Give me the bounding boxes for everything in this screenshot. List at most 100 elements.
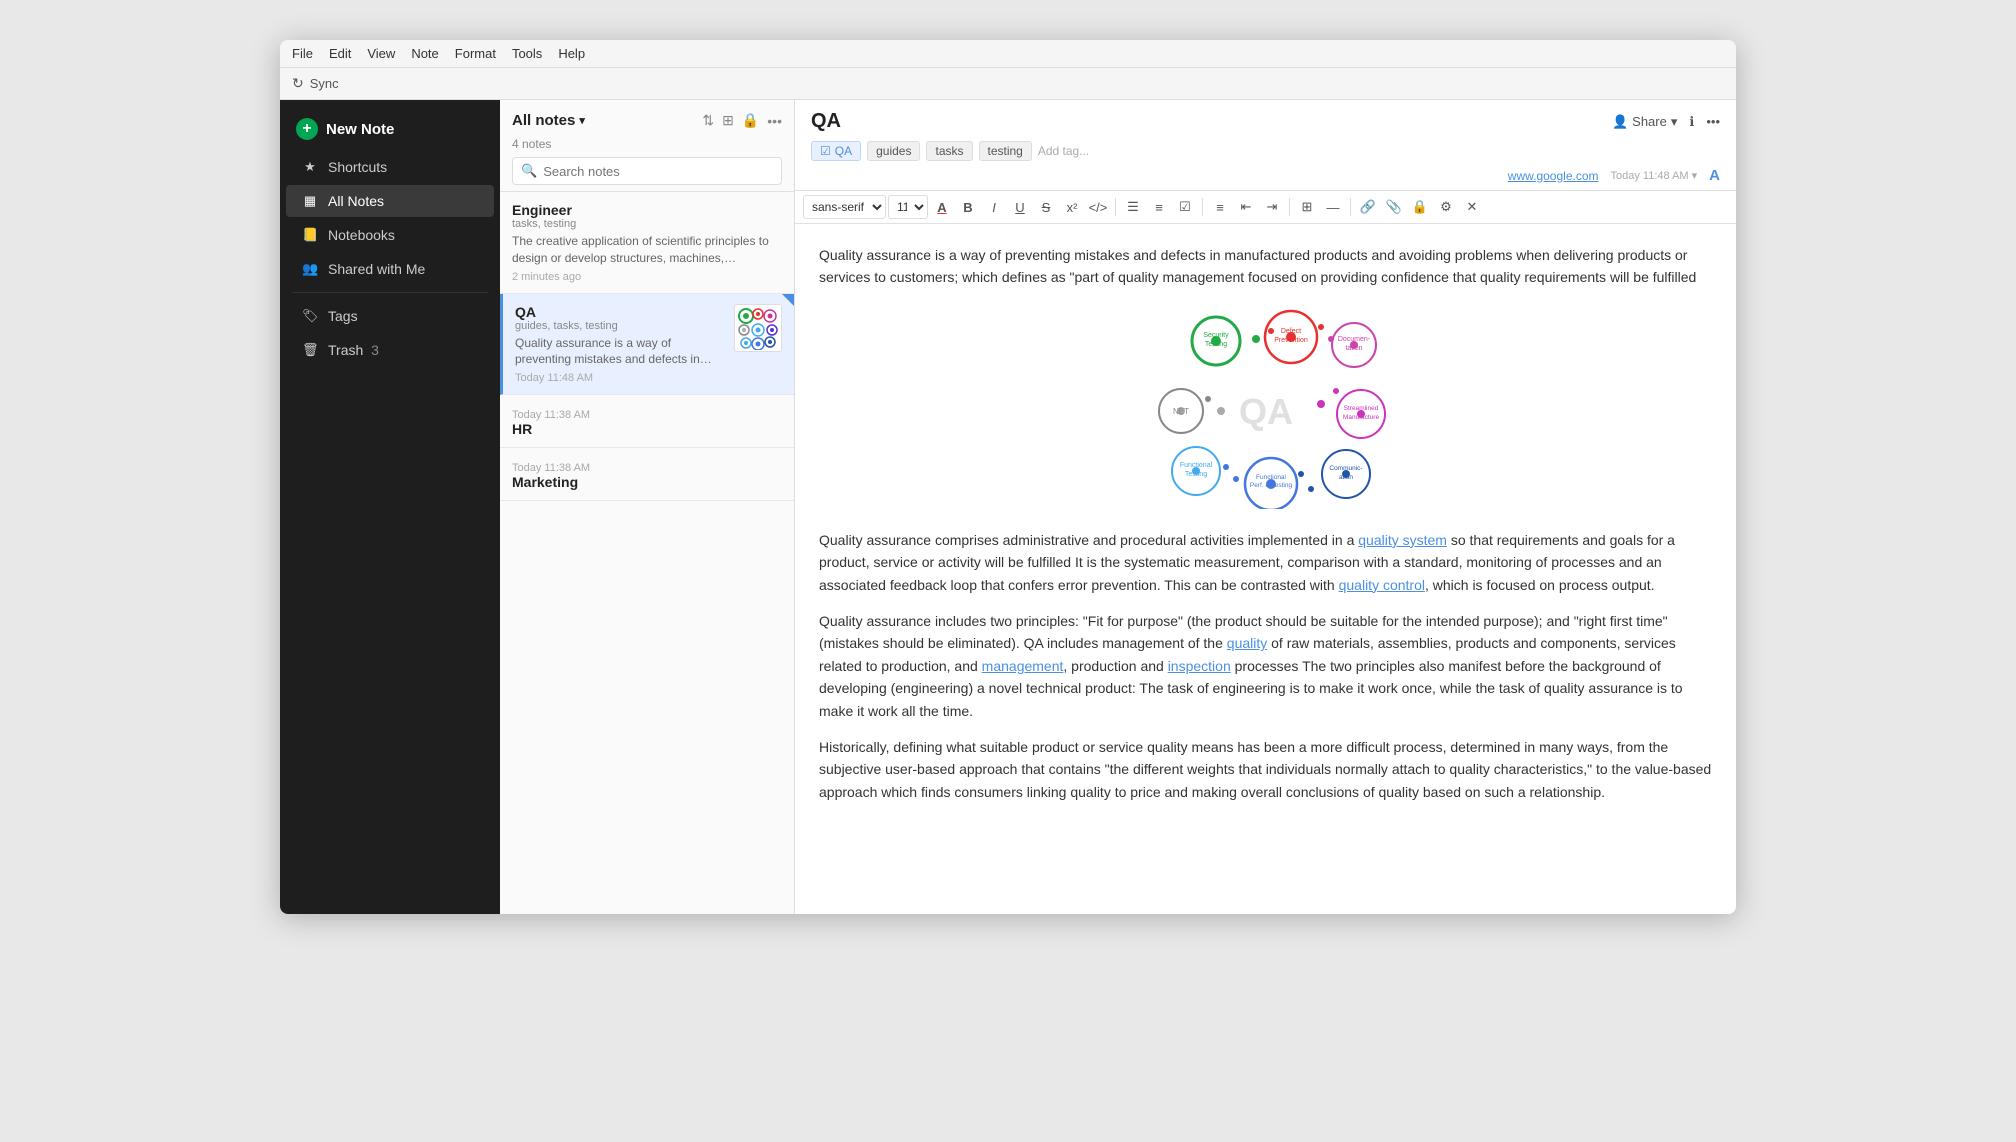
code-btn[interactable]: </> — [1086, 195, 1110, 219]
attachment-btn[interactable]: 📎 — [1382, 195, 1406, 219]
font-color-btn[interactable]: A — [930, 195, 954, 219]
superscript-btn[interactable]: x² — [1060, 195, 1084, 219]
sidebar-item-notebooks[interactable]: 📒 Notebooks — [286, 219, 494, 251]
sidebar-item-label: Trash 3 — [328, 342, 379, 358]
notes-count: 4 notes — [512, 137, 782, 151]
more-options-icon[interactable]: ••• — [767, 113, 782, 129]
new-note-label: New Note — [326, 121, 394, 138]
sidebar-item-shortcuts[interactable]: ★ Shortcuts — [286, 151, 494, 183]
link-quality[interactable]: quality — [1227, 635, 1267, 651]
toolbar-divider-2 — [1202, 198, 1203, 216]
new-note-icon: + — [296, 118, 318, 140]
notes-panel: All notes ▾ ⇅ ⊞ 🔒 ••• 4 notes 🔍 — [500, 100, 795, 914]
sidebar-item-label: Shortcuts — [328, 159, 387, 175]
sync-label[interactable]: Sync — [310, 76, 339, 91]
note-thumbnail — [734, 304, 782, 352]
note-fold-indicator — [782, 294, 794, 306]
link-quality-control[interactable]: quality control — [1339, 577, 1425, 593]
trash-icon: 🗑 — [302, 342, 318, 358]
tag-tasks[interactable]: tasks — [926, 141, 972, 161]
notes-panel-title[interactable]: All notes ▾ — [512, 112, 585, 129]
qa-diagram: Security Testing Defect Prevention Docum… — [819, 309, 1712, 509]
encrypt-btn[interactable]: 🔒 — [1408, 195, 1432, 219]
sidebar-item-label: Notebooks — [328, 227, 395, 243]
add-tag-button[interactable]: Add tag... — [1038, 144, 1089, 158]
editor-meta: www.google.com Today 11:48 AM ▾ A — [811, 167, 1720, 184]
sidebar-item-tags[interactable]: 🏷 Tags — [286, 300, 494, 332]
menu-file[interactable]: File — [292, 46, 313, 61]
menu-note[interactable]: Note — [411, 46, 438, 61]
info-icon[interactable]: ℹ — [1689, 114, 1694, 130]
ordered-list-btn[interactable]: ≡ — [1147, 195, 1171, 219]
sync-bar: ↻ Sync — [280, 68, 1736, 100]
tag-checkbox-icon: ☑ — [820, 144, 831, 158]
link-inspection[interactable]: inspection — [1168, 658, 1231, 674]
share-button[interactable]: 👤 Share ▾ — [1612, 114, 1677, 130]
svg-text:Testing: Testing — [1184, 471, 1206, 478]
note-editor: QA 👤 Share ▾ ℹ ••• ☑ QA — [795, 100, 1736, 914]
editor-link[interactable]: www.google.com — [1508, 169, 1599, 183]
link-btn[interactable]: 🔗 — [1356, 195, 1380, 219]
svg-text:Streamlined: Streamlined — [1343, 405, 1378, 412]
sidebar-divider — [292, 292, 488, 293]
indent-left-btn[interactable]: ⇤ — [1234, 195, 1258, 219]
sidebar-item-trash[interactable]: 🗑 Trash 3 — [286, 334, 494, 366]
note-item-qa[interactable]: QA guides, tasks, testing Quality assura… — [500, 294, 794, 396]
font-family-select[interactable]: sans-serif — [803, 195, 886, 219]
table-btn[interactable]: ⊞ — [1295, 195, 1319, 219]
link-management[interactable]: management — [982, 658, 1064, 674]
svg-text:QA: QA — [1239, 391, 1293, 432]
tags-icon: 🏷 — [302, 308, 318, 324]
link-quality-system[interactable]: quality system — [1358, 532, 1447, 548]
menu-format[interactable]: Format — [455, 46, 496, 61]
checklist-btn[interactable]: ☑ — [1173, 195, 1197, 219]
note-time: 2 minutes ago — [512, 271, 782, 283]
content-para3: Quality assurance includes two principle… — [819, 610, 1712, 722]
menu-tools[interactable]: Tools — [512, 46, 542, 61]
sidebar-item-all-notes[interactable]: ▦ All Notes — [286, 185, 494, 217]
editor-content[interactable]: Quality assurance is a way of preventing… — [795, 224, 1736, 914]
app-window: File Edit View Note Format Tools Help ↻ … — [280, 40, 1736, 914]
sidebar-item-label: Tags — [328, 308, 358, 324]
unordered-list-btn[interactable]: ☰ — [1121, 195, 1145, 219]
indent-right-btn[interactable]: ⇥ — [1260, 195, 1284, 219]
svg-text:Manufacture: Manufacture — [1342, 414, 1379, 421]
menu-view[interactable]: View — [367, 46, 395, 61]
notes-panel-actions: ⇅ ⊞ 🔒 ••• — [702, 112, 782, 129]
new-note-button[interactable]: + New Note — [280, 108, 500, 150]
editor-font-color-icon[interactable]: A — [1709, 167, 1720, 184]
view-toggle-icon[interactable]: ⊞ — [722, 112, 734, 129]
editor-header: QA 👤 Share ▾ ℹ ••• ☑ QA — [795, 100, 1736, 191]
note-item-engineer[interactable]: Engineer tasks, testing The creative app… — [500, 192, 794, 294]
font-size-select[interactable]: 11 — [888, 195, 928, 219]
note-time: Today 11:38 AM — [512, 409, 782, 421]
hr-btn[interactable]: — — [1321, 195, 1345, 219]
note-thumb-svg — [736, 306, 780, 350]
menu-help[interactable]: Help — [558, 46, 585, 61]
note-tags: guides, tasks, testing — [515, 320, 726, 332]
align-btn[interactable]: ≡ — [1208, 195, 1232, 219]
note-item-marketing[interactable]: Today 11:38 AM Marketing — [500, 448, 794, 501]
italic-btn[interactable]: I — [982, 195, 1006, 219]
tag-testing[interactable]: testing — [979, 141, 1032, 161]
more-tools-btn[interactable]: ✕ — [1460, 195, 1484, 219]
share-dropdown-icon: ▾ — [1671, 114, 1678, 130]
share-notes-icon[interactable]: 🔒 — [742, 112, 759, 129]
sort-icon[interactable]: ⇅ — [702, 112, 714, 129]
editor-title: QA — [811, 110, 841, 133]
note-item-hr[interactable]: Today 11:38 AM HR — [500, 395, 794, 448]
bold-btn[interactable]: B — [956, 195, 980, 219]
search-input[interactable] — [543, 164, 773, 179]
more-editor-icon[interactable]: ••• — [1706, 114, 1720, 129]
search-replace-btn[interactable]: ⚙ — [1434, 195, 1458, 219]
sidebar-item-shared[interactable]: 👥 Shared with Me — [286, 253, 494, 285]
svg-text:ation: ation — [1338, 474, 1352, 481]
tag-guides[interactable]: guides — [867, 141, 920, 161]
search-box: 🔍 — [512, 157, 782, 185]
tag-qa[interactable]: ☑ QA — [811, 141, 861, 161]
svg-text:Communic-: Communic- — [1329, 465, 1362, 472]
menu-edit[interactable]: Edit — [329, 46, 351, 61]
underline-btn[interactable]: U — [1008, 195, 1032, 219]
strikethrough-btn[interactable]: S — [1034, 195, 1058, 219]
notes-panel-title-row: All notes ▾ ⇅ ⊞ 🔒 ••• — [512, 112, 782, 129]
